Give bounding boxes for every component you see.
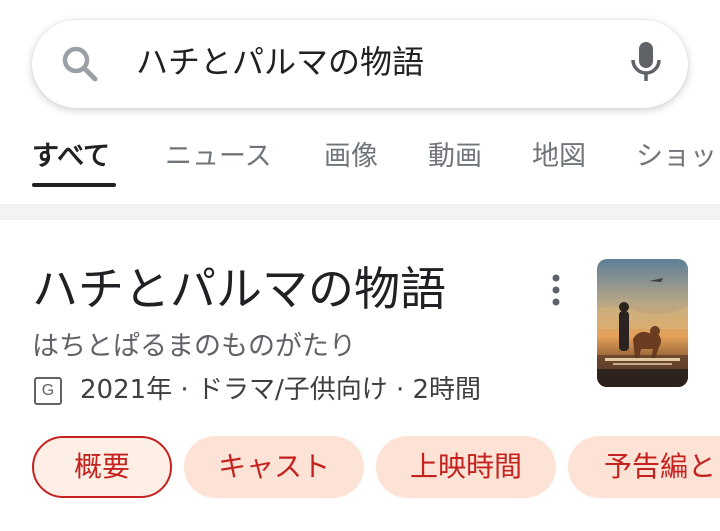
tab-images[interactable]: 画像 xyxy=(324,138,378,176)
tab-maps[interactable]: 地図 xyxy=(532,138,586,176)
search-results-page: ハチとパルマの物語 すべて ニュース 画像 動画 地図 ショッ ハチとパルマの物… xyxy=(0,0,720,531)
movie-poster-image[interactable] xyxy=(597,259,688,387)
section-divider xyxy=(0,204,720,220)
search-icon[interactable] xyxy=(58,42,102,86)
chip-showtimes[interactable]: 上映時間 xyxy=(376,436,556,498)
chip-trailers[interactable]: 予告編と xyxy=(568,436,720,498)
tab-shopping[interactable]: ショッ xyxy=(636,138,717,176)
tab-all[interactable]: すべて xyxy=(32,138,110,176)
movie-meta: 2021年 · ドラマ/子供向け · 2時間 xyxy=(80,375,482,405)
search-input[interactable]: ハチとパルマの物語 xyxy=(136,36,424,88)
search-header: ハチとパルマの物語 xyxy=(0,0,720,120)
movie-title: ハチとパルマの物語 xyxy=(32,262,446,316)
search-tabs: すべて ニュース 画像 動画 地図 ショッ xyxy=(0,130,720,192)
chip-cast[interactable]: キャスト xyxy=(184,436,364,498)
more-options-icon[interactable] xyxy=(544,272,568,308)
microphone-icon[interactable] xyxy=(628,40,664,84)
rating-badge: G xyxy=(34,377,62,405)
tab-news[interactable]: ニュース xyxy=(165,138,272,176)
tab-videos[interactable]: 動画 xyxy=(428,138,482,176)
active-tab-indicator xyxy=(32,183,116,187)
chip-overview[interactable]: 概要 xyxy=(32,436,172,498)
movie-title-reading: はちとぱるまのものがたり xyxy=(32,331,356,362)
